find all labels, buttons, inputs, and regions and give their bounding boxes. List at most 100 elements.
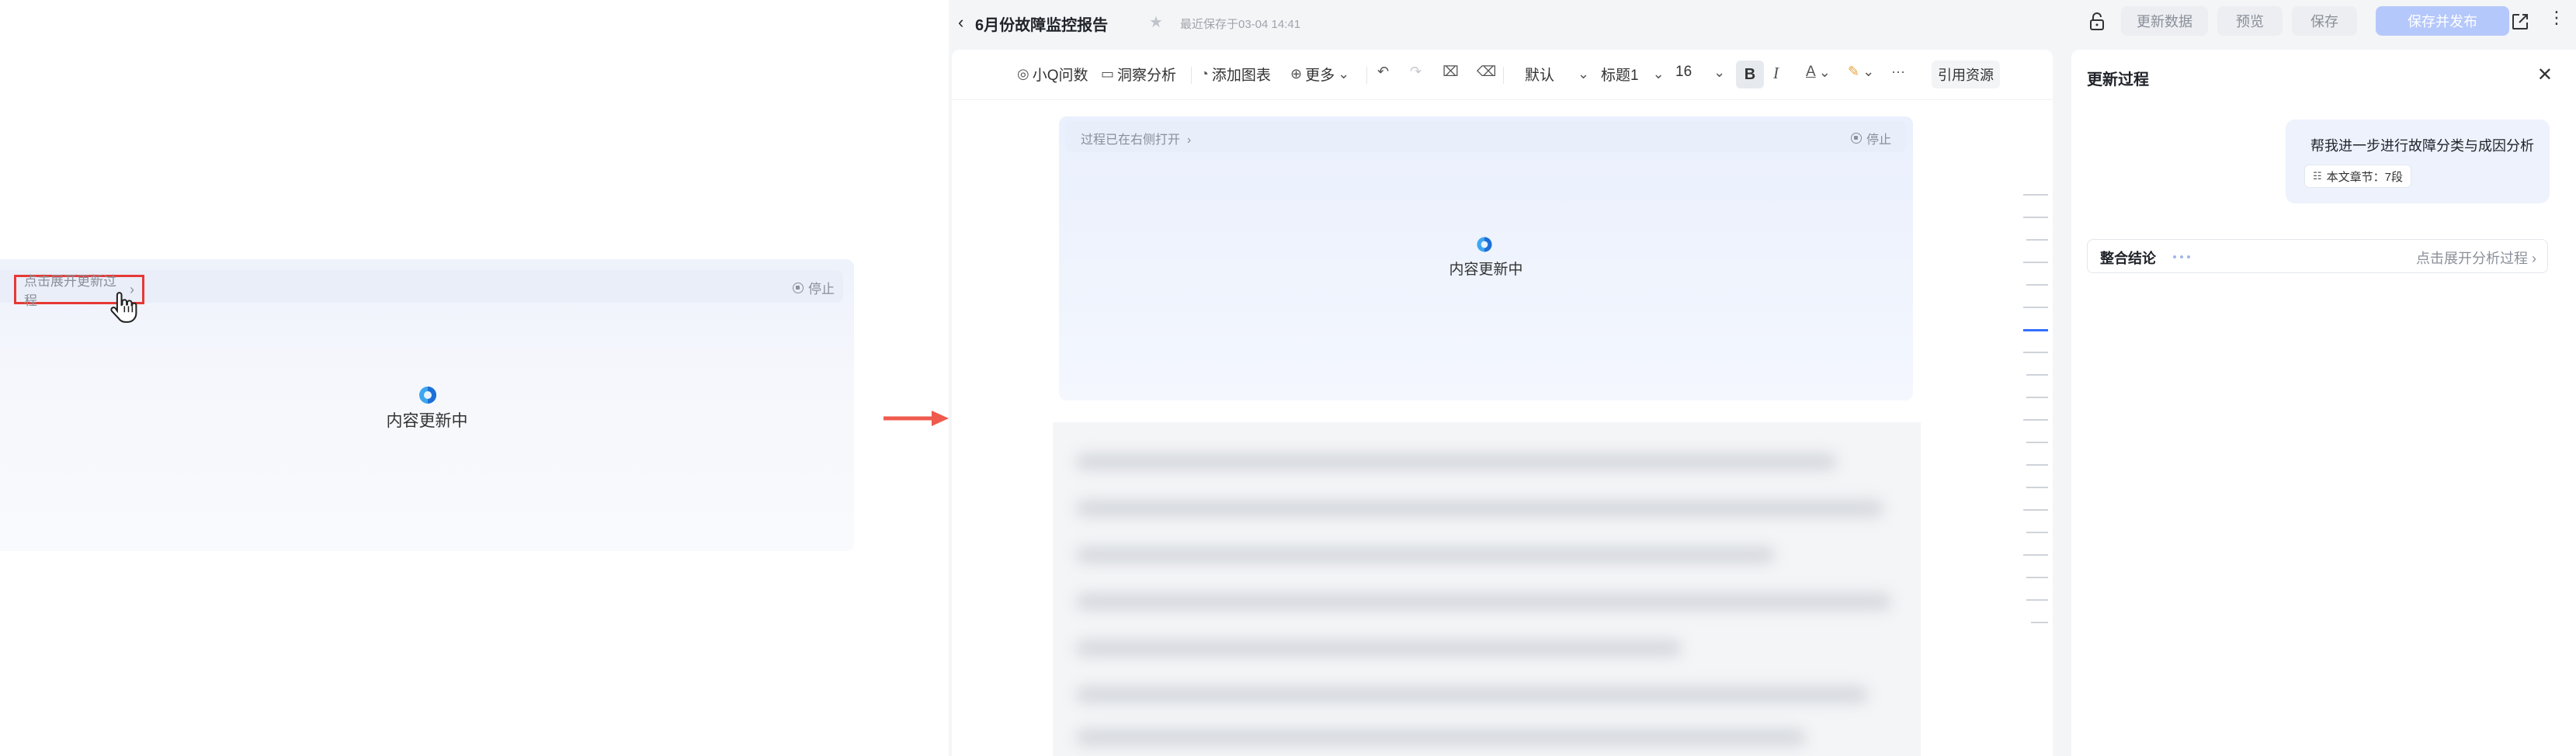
lock-icon[interactable] [2087,11,2107,33]
italic-button[interactable]: I [1773,64,1779,83]
chevron-down-icon: ⌄ [1818,64,1831,80]
plus-circle-icon: ⊕ [1290,66,1303,81]
chevron-left-icon[interactable]: ‹ [958,12,963,33]
expand-analysis-link[interactable]: 点击展开分析过程 › [2416,248,2536,268]
font-size-select[interactable]: 16 ⌄ [1675,64,1725,81]
card-header-bar [1065,121,1907,152]
zoom-callout: 点击展开更新过程 › 停止 内容更新中 [0,259,854,551]
report-editor-window: ‹ 6月份故障监控报告 ★ 最近保存于03-04 14:41 更新数据 预览 保… [949,0,2576,756]
document-title: 6月份故障监控报告 [975,17,1109,34]
card-stop-button[interactable]: 停止 [1850,129,1891,147]
outline-tick[interactable] [2026,532,2048,533]
more-tools-button[interactable]: ··· [1891,64,1905,80]
outline-tick[interactable] [2023,307,2048,308]
ask-data-label: 小Q问数 [1032,68,1088,84]
blurred-document-content [1053,422,1921,756]
pie-chart-icon: ◔ [1200,66,1209,81]
text-color-icon: A [1806,64,1816,80]
clear-format-button[interactable]: ⌫ [1477,64,1496,80]
user-message-bubble: 帮我进一步进行故障分类与成因分析 ☷ 本文章节：7段 [2286,120,2550,203]
outline-tick[interactable] [2023,509,2048,511]
document-outline-minimap[interactable] [2023,194,2048,706]
chevron-right-icon: › [2532,251,2536,266]
section-chip: ☷ 本文章节：7段 [2304,165,2411,188]
chevron-down-icon: ⌄ [1863,64,1875,79]
add-chart-label: 添加图表 [1211,68,1271,84]
loading-dots-icon [2173,255,2190,258]
outline-tick[interactable] [2023,217,2048,218]
zoom-stop-button[interactable]: 停止 [793,278,835,297]
editor-area: ◎ 小Q问数 ▭ 洞察分析 ◔ 添加图表 ⊕ 更多 ⌄ ↶ ↷ ⌧ ⌫ 默认 ⌄… [952,50,2053,756]
star-icon[interactable]: ★ [1149,12,1163,32]
undo-button[interactable]: ↶ [1377,64,1389,80]
process-opened-label: 过程已在右侧打开 [1081,134,1181,147]
blurred-line [1076,686,1868,703]
loading-spinner-icon [419,387,436,404]
bold-button[interactable]: B [1736,61,1764,88]
outline-tick[interactable] [2026,599,2048,601]
add-chart-button[interactable]: ◔ 添加图表 [1200,64,1271,85]
update-process-panel: 更新过程 ✕ 帮我进一步进行故障分类与成因分析 ☷ 本文章节：7段 整合结论 点… [2071,50,2576,756]
zoom-status-text: 内容更新中 [386,412,468,430]
outline-tick[interactable] [2023,419,2048,421]
highlighter-icon: ✎ [1848,64,1860,79]
paint-roller-icon: ⌧ [1442,64,1459,79]
outline-tick[interactable] [2026,284,2048,286]
outline-tick[interactable] [2023,194,2048,196]
process-opened-link[interactable]: 过程已在右侧打开 › [1081,129,1191,147]
chevron-down-icon: ⌄ [1713,64,1726,80]
outline-tick[interactable] [2023,352,2048,353]
close-icon[interactable]: ✕ [2537,64,2553,86]
outline-tick[interactable] [2031,622,2048,623]
outline-tick[interactable] [2026,577,2048,578]
outline-tick[interactable] [2023,554,2048,556]
outline-tick[interactable] [2026,374,2048,376]
list-icon: ☷ [2313,170,2322,182]
redo-icon: ↷ [1410,64,1422,79]
blurred-line [1076,593,1891,610]
save-and-publish-button[interactable]: 保存并发布 [2376,6,2509,36]
redo-button[interactable]: ↷ [1410,64,1422,80]
undo-icon: ↶ [1377,64,1390,79]
font-value: 默认 [1525,68,1555,84]
bold-icon: B [1744,65,1756,83]
chevron-right-icon: › [1183,134,1192,147]
more-dropdown[interactable]: ⊕ 更多 ⌄ [1290,64,1349,85]
save-button[interactable]: 保存 [2292,6,2357,36]
text-color-button[interactable]: A ⌄ [1806,64,1831,81]
heading-select[interactable]: 标题1 ⌄ [1601,64,1665,85]
format-painter-button[interactable]: ⌧ [1442,64,1459,80]
insight-button[interactable]: ▭ 洞察分析 [1101,64,1176,85]
blurred-line [1076,729,1806,746]
ask-data-button[interactable]: ◎ 小Q问数 [1017,64,1088,85]
more-vertical-icon[interactable]: ⋮ [2548,8,2565,28]
outline-tick[interactable] [2023,262,2048,263]
outline-tick[interactable] [2023,329,2048,331]
blurred-line [1076,500,1883,517]
chevron-down-icon: ⌄ [1338,66,1350,81]
outline-tick[interactable] [2026,464,2048,466]
outline-tick[interactable] [2026,487,2048,488]
blurred-line [1076,546,1775,564]
conclusion-row[interactable]: 整合结论 点击展开分析过程 › [2087,239,2548,273]
divider [1191,67,1192,84]
outline-tick[interactable] [2026,239,2048,241]
stop-icon [1850,133,1862,144]
chevron-down-icon: ⌄ [1578,66,1590,81]
open-external-icon[interactable] [2509,11,2531,33]
blurred-line [1076,640,1682,657]
highlight-button[interactable]: ✎ ⌄ [1848,64,1874,80]
outline-tick[interactable] [2026,442,2048,443]
update-data-button[interactable]: 更新数据 [2121,6,2208,36]
user-message-text: 帮我进一步进行故障分类与成因分析 [2310,138,2534,154]
outline-tick[interactable] [2026,397,2048,398]
format-toolbar: ◎ 小Q问数 ▭ 洞察分析 ◔ 添加图表 ⊕ 更多 ⌄ ↶ ↷ ⌧ ⌫ 默认 ⌄… [952,50,2053,100]
cite-resource-button[interactable]: 引用资源 [1932,61,2000,88]
font-select[interactable]: 默认 ⌄ [1525,64,1589,85]
expand-analysis-label: 点击展开分析过程 [2415,251,2528,266]
stop-icon [793,282,804,293]
card-status-text: 内容更新中 [1449,262,1523,278]
preview-button[interactable]: 预览 [2217,6,2283,36]
top-bar: ‹ 6月份故障监控报告 ★ 最近保存于03-04 14:41 更新数据 预览 保… [949,0,2576,45]
card-stop-label: 停止 [1866,134,1891,147]
